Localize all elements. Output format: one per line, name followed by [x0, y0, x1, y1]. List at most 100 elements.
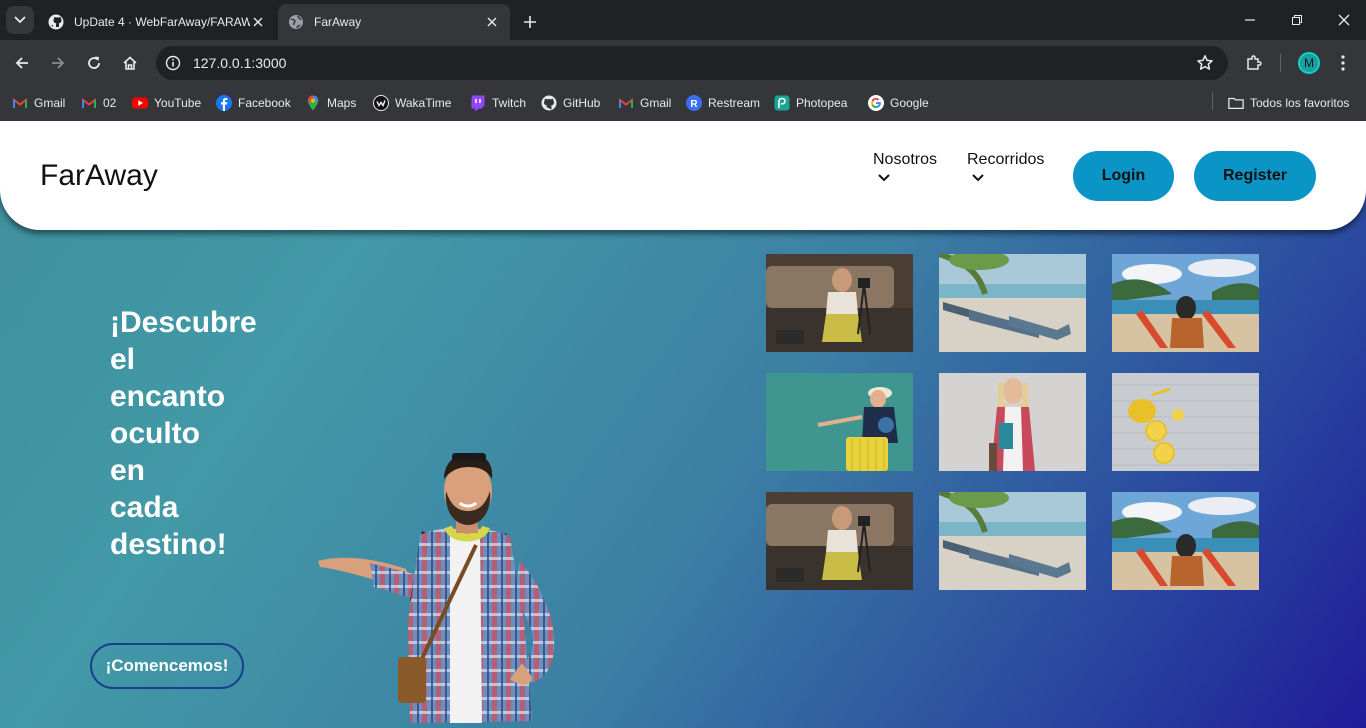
bookmark-label: Photopea [796, 96, 848, 110]
woman-passport-photo[interactable] [939, 373, 1086, 471]
gmail-icon [12, 95, 28, 111]
bookmark-twitch[interactable]: Twitch [470, 92, 526, 114]
tab-search-button[interactable] [6, 6, 34, 34]
site-info-icon[interactable] [164, 54, 182, 72]
browser-toolbar: 127.0.0.1:3000 M [0, 40, 1366, 86]
hero-line: en [110, 454, 146, 487]
tab-title: FarAway [314, 15, 362, 29]
bookmark-facebook[interactable]: Facebook [216, 92, 291, 114]
minimize-icon [1245, 19, 1255, 21]
wakatime-icon [373, 95, 389, 111]
hero-title: ¡Descubre el encanto oculto en cada dest… [110, 304, 290, 563]
bookmark-label: 02 [103, 96, 117, 110]
register-button[interactable]: Register [1194, 151, 1316, 201]
bookmark-google[interactable]: Google [868, 92, 929, 114]
login-button[interactable]: Login [1073, 151, 1174, 201]
bookmark-label: YouTube [154, 96, 202, 110]
arrow-right-icon [52, 57, 65, 69]
photopea-icon [774, 95, 790, 111]
site-logo[interactable]: FarAway [40, 159, 158, 193]
browser-menu-button[interactable] [1331, 51, 1355, 75]
maps-icon [305, 95, 321, 111]
bookmark-restream[interactable]: R Restream [686, 92, 760, 114]
bookmark-label: Gmail [34, 96, 66, 110]
beach-chairs-photo[interactable] [1112, 492, 1259, 590]
nav-dropdown-nosotros[interactable]: Nosotros [873, 151, 937, 183]
hero-line: oculto [110, 417, 200, 450]
new-tab-button[interactable] [518, 10, 542, 34]
bookmark-wakatime[interactable]: WakaTime [373, 92, 451, 114]
chevron-down-icon [878, 174, 890, 182]
bookmark-label: WakaTime [395, 96, 452, 110]
bookmarks-bar: Gmail 02 YouTube Facebook Maps WakaTime … [0, 86, 1366, 121]
nav-label: Nosotros [873, 151, 938, 168]
puzzle-icon [1247, 55, 1262, 70]
all-bookmarks-folder[interactable]: Todos los favoritos [1228, 92, 1349, 114]
gmail-icon [81, 95, 97, 111]
tab-title: UpDate 4 · WebFarAway/FARAW [74, 15, 250, 29]
bookmark-photopea[interactable]: Photopea [774, 92, 847, 114]
github-icon [541, 95, 557, 111]
bookmark-label: Restream [708, 96, 761, 110]
bookmark-label: GitHub [563, 96, 601, 110]
gmail-icon [618, 95, 634, 111]
reload-button[interactable] [82, 51, 106, 75]
forward-button[interactable] [46, 51, 70, 75]
home-button[interactable] [118, 51, 142, 75]
more-vert-icon [1341, 55, 1345, 71]
google-icon [868, 95, 884, 111]
tab-github[interactable]: UpDate 4 · WebFarAway/FARAW [38, 4, 276, 40]
bookmark-label: Google [890, 96, 929, 110]
bookmark-gmail[interactable]: Gmail [12, 92, 65, 114]
woman-camera-photo[interactable] [766, 254, 913, 352]
woman-globe-suitcase-photo[interactable] [766, 373, 913, 471]
close-icon[interactable] [250, 14, 266, 30]
close-icon[interactable] [484, 14, 500, 30]
start-button[interactable]: ¡Comencemos! [90, 643, 244, 689]
bookmark-label: Maps [327, 96, 357, 110]
hero-line: destino! [110, 528, 227, 561]
bookmark-maps[interactable]: Maps [305, 92, 356, 114]
extensions-button[interactable] [1242, 51, 1266, 75]
reload-icon [88, 56, 100, 69]
chevron-down-icon [14, 16, 26, 24]
minimize-button[interactable] [1238, 8, 1262, 32]
toolbar-divider [1280, 54, 1281, 72]
back-button[interactable] [10, 51, 34, 75]
beach-chairs-photo[interactable] [1112, 254, 1259, 352]
close-icon [1338, 14, 1350, 26]
hero-line: ¡Descubre [110, 306, 257, 339]
nav-label: Recorridos [967, 151, 1045, 168]
url-text: 127.0.0.1:3000 [193, 55, 287, 71]
page-viewport: FarAway Nosotros Recorridos Login Regist… [0, 121, 1366, 728]
hero-line: encanto [110, 380, 226, 413]
facebook-icon [216, 95, 232, 111]
home-icon [123, 56, 137, 70]
nav-dropdown-recorridos[interactable]: Recorridos [967, 151, 1044, 183]
site-navbar: FarAway Nosotros Recorridos Login Regist… [0, 121, 1366, 230]
globe-icon [288, 14, 304, 30]
restream-icon: R [686, 95, 702, 111]
plus-icon [524, 16, 536, 28]
address-bar[interactable]: 127.0.0.1:3000 [156, 46, 1228, 80]
restore-button[interactable] [1285, 8, 1309, 32]
hero-line: cada [110, 491, 179, 524]
bookmark-star-icon[interactable] [1194, 52, 1216, 74]
folder-icon [1228, 95, 1244, 111]
tab-strip: UpDate 4 · WebFarAway/FARAW FarAway [0, 0, 1366, 40]
beach-loungers-photo[interactable] [939, 492, 1086, 590]
woman-camera-photo[interactable] [766, 492, 913, 590]
beach-loungers-photo[interactable] [939, 254, 1086, 352]
bookmark-02[interactable]: 02 [81, 92, 116, 114]
profile-avatar[interactable]: M [1298, 52, 1320, 74]
bookmark-github[interactable]: GitHub [541, 92, 600, 114]
bookmark-youtube[interactable]: YouTube [132, 92, 201, 114]
chevron-down-icon [972, 174, 984, 182]
hero-line: el [110, 343, 136, 376]
close-window-button[interactable] [1332, 8, 1356, 32]
bookmark-label: Twitch [492, 96, 527, 110]
bookmarks-divider [1212, 92, 1213, 110]
tab-faraway[interactable]: FarAway [278, 4, 510, 40]
lemons-photo[interactable] [1112, 373, 1259, 471]
bookmark-gmail-2[interactable]: Gmail [618, 92, 671, 114]
